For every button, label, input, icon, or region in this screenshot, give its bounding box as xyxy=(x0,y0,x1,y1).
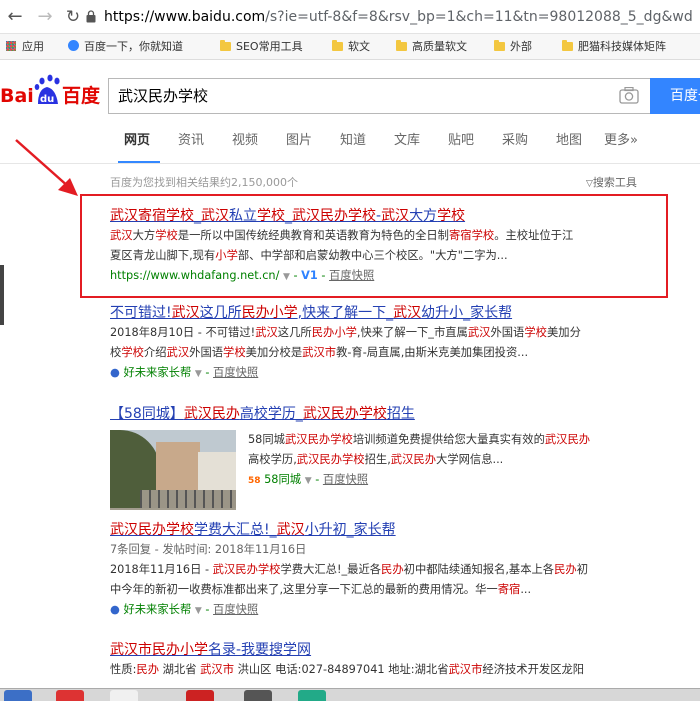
result-snippet: 校学校介绍武汉外国语学校美加分校是武汉市教-育-局直属,由斯米克美加集团投资..… xyxy=(110,346,529,359)
result-body: 58同城武汉民办学校培训频道免费提供给您大量真实有效的武汉民办 高校学历,武汉民… xyxy=(248,430,648,491)
camera-icon[interactable] xyxy=(619,87,639,104)
taskbar-app-icon[interactable] xyxy=(110,690,138,701)
active-tab-underline xyxy=(118,161,160,163)
screenshot-root: ← → ↻ https://www.baidu.com/s?ie=utf-8&f… xyxy=(0,0,700,701)
tab-zhidao[interactable]: 知道 xyxy=(340,132,366,150)
kuaizhao-link[interactable]: 百度快照 xyxy=(323,473,368,486)
tab-tieba[interactable]: 贴吧 xyxy=(448,132,474,150)
taskbar-app-icon[interactable] xyxy=(186,690,214,701)
folder-icon xyxy=(396,40,407,51)
bookmark-seo-tools[interactable]: SEO常用工具 xyxy=(220,38,303,56)
tab-wenku[interactable]: 文库 xyxy=(394,132,420,150)
svg-text:百度: 百度 xyxy=(62,84,101,107)
browser-address-bar: ← → ↻ https://www.baidu.com/s?ie=utf-8&f… xyxy=(0,0,700,34)
site-logo-icon: ● xyxy=(110,366,120,379)
tab-images[interactable]: 图片 xyxy=(286,132,312,150)
result-snippet: 性质:民办 湖北省 武汉市 洪山区 电话:027-84897041 地址:湖北省… xyxy=(110,663,585,676)
result-site[interactable]: 好未来家长帮 xyxy=(123,366,191,379)
red-arrow-annotation xyxy=(15,139,78,196)
result-meta: 7条回复 - 发帖时间: 2018年11月16日 xyxy=(110,543,307,556)
highlight-box xyxy=(80,194,668,298)
bookmark-feimao-media[interactable]: 肥猫科技媒体矩阵 xyxy=(562,38,666,56)
result-title[interactable]: 武汉市民办小学名录-我要搜学网 xyxy=(110,640,660,660)
svg-text:Bai: Bai xyxy=(0,85,34,107)
result-count: 百度为您找到相关结果约2,150,000个 xyxy=(110,176,298,189)
dropdown-icon[interactable]: ▼ xyxy=(195,369,202,379)
tab-caigou[interactable]: 采购 xyxy=(502,132,528,150)
result-site[interactable]: 58同城 xyxy=(264,473,301,486)
result-item: 武汉民办学校学费大汇总!_武汉小升初_家长帮 7条回复 - 发帖时间: 2018… xyxy=(110,520,660,621)
taskbar xyxy=(0,688,700,701)
result-url-line: 58 58同城 ▼ - 百度快照 xyxy=(248,473,369,486)
taskbar-app-icon[interactable] xyxy=(244,690,272,701)
svg-text:du: du xyxy=(40,94,54,105)
folder-icon xyxy=(220,40,231,51)
back-arrow-icon[interactable]: ← xyxy=(4,6,26,28)
result-url-line: ● 好未来家长帮 ▼ - 百度快照 xyxy=(110,603,259,616)
baidu-paw-icon xyxy=(68,40,79,51)
scroll-indicator[interactable] xyxy=(0,265,4,325)
kuaizhao-link[interactable]: 百度快照 xyxy=(213,603,258,616)
bookmarks-bar: 应用 百度一下，你就知道 SEO常用工具 软文 高质量软文 外部 肥猫科技媒体矩… xyxy=(0,34,700,60)
apps-grid-icon xyxy=(6,41,16,51)
folder-icon xyxy=(562,40,573,51)
baidu-logo[interactable]: Bai du 百度 xyxy=(0,70,104,112)
funnel-icon: ▽ xyxy=(586,179,593,189)
dropdown-icon[interactable]: ▼ xyxy=(195,606,202,616)
search-input[interactable]: 武汉民办学校 xyxy=(108,78,650,114)
taskbar-app-icon[interactable] xyxy=(4,690,32,701)
search-button[interactable]: 百度一 xyxy=(650,78,700,114)
url-field[interactable]: https://www.baidu.com/s?ie=utf-8&f=8&rsv… xyxy=(104,5,693,29)
taskbar-app-icon[interactable] xyxy=(298,690,326,701)
result-thumbnail[interactable] xyxy=(110,430,236,510)
tab-web[interactable]: 网页 xyxy=(124,132,150,150)
result-title[interactable]: 武汉民办学校学费大汇总!_武汉小升初_家长帮 xyxy=(110,520,660,540)
lock-icon xyxy=(86,10,96,23)
reload-icon[interactable]: ↻ xyxy=(62,6,84,28)
folder-icon xyxy=(494,40,505,51)
bookmark-quality-ruanwen[interactable]: 高质量软文 xyxy=(396,38,467,56)
result-snippet: 高校学历,武汉民办学校招生,武汉民办大学网信息... xyxy=(248,453,504,466)
result-snippet: 2018年8月10日 - 不可错过!武汉这几所民办小学,快来了解一下_市直属武汉… xyxy=(110,326,581,339)
tab-more[interactable]: 更多» xyxy=(604,132,638,150)
bookmark-external[interactable]: 外部 xyxy=(494,38,532,56)
result-site[interactable]: 好未来家长帮 xyxy=(123,603,191,616)
site-logo-icon: 58 xyxy=(248,476,261,486)
result-title[interactable]: 不可错过!武汉这几所民办小学,快来了解一下_武汉幼升小_家长帮 xyxy=(110,303,660,323)
result-title[interactable]: 【58同城】武汉民办高校学历_武汉民办学校招生 xyxy=(110,404,670,424)
dropdown-icon[interactable]: ▼ xyxy=(305,476,312,486)
result-item: 武汉市民办小学名录-我要搜学网 性质:民办 湖北省 武汉市 洪山区 电话:027… xyxy=(110,640,660,680)
url-host: https://www.baidu.com xyxy=(104,9,266,25)
kuaizhao-link[interactable]: 百度快照 xyxy=(213,366,258,379)
tab-map[interactable]: 地图 xyxy=(556,132,582,150)
taskbar-app-icon[interactable] xyxy=(56,690,84,701)
url-path: /s?ie=utf-8&f=8&rsv_bp=1&ch=11&tn=980120… xyxy=(265,9,693,25)
result-item: 【58同城】武汉民办高校学历_武汉民办学校招生 xyxy=(110,404,670,424)
tab-video[interactable]: 视频 xyxy=(232,132,258,150)
forward-arrow-icon[interactable]: → xyxy=(34,6,56,28)
result-item: 不可错过!武汉这几所民办小学,快来了解一下_武汉幼升小_家长帮 2018年8月1… xyxy=(110,303,660,384)
bookmark-apps[interactable]: 应用 xyxy=(6,38,44,56)
site-logo-icon: ● xyxy=(110,603,120,616)
bookmark-baidu[interactable]: 百度一下，你就知道 xyxy=(68,38,183,56)
tab-news[interactable]: 资讯 xyxy=(178,132,204,150)
result-snippet: 58同城武汉民办学校培训频道免费提供给您大量真实有效的武汉民办 xyxy=(248,433,591,446)
result-url-line: ● 好未来家长帮 ▼ - 百度快照 xyxy=(110,366,259,379)
result-snippet: 中今年的新初一收费标准都出来了,这里分享一下汇总的最新的费用情况。华一寄宿... xyxy=(110,583,532,596)
search-tabs: 网页 资讯 视频 图片 知道 文库 贴吧 采购 地图 更多» xyxy=(0,124,700,164)
search-tools-button[interactable]: ▽搜索工具 xyxy=(586,174,637,190)
result-snippet: 2018年11月16日 - 武汉民办学校学费大汇总!_最近各民办初中都陆续通知报… xyxy=(110,563,589,576)
folder-icon xyxy=(332,40,343,51)
bookmark-ruanwen[interactable]: 软文 xyxy=(332,38,370,56)
